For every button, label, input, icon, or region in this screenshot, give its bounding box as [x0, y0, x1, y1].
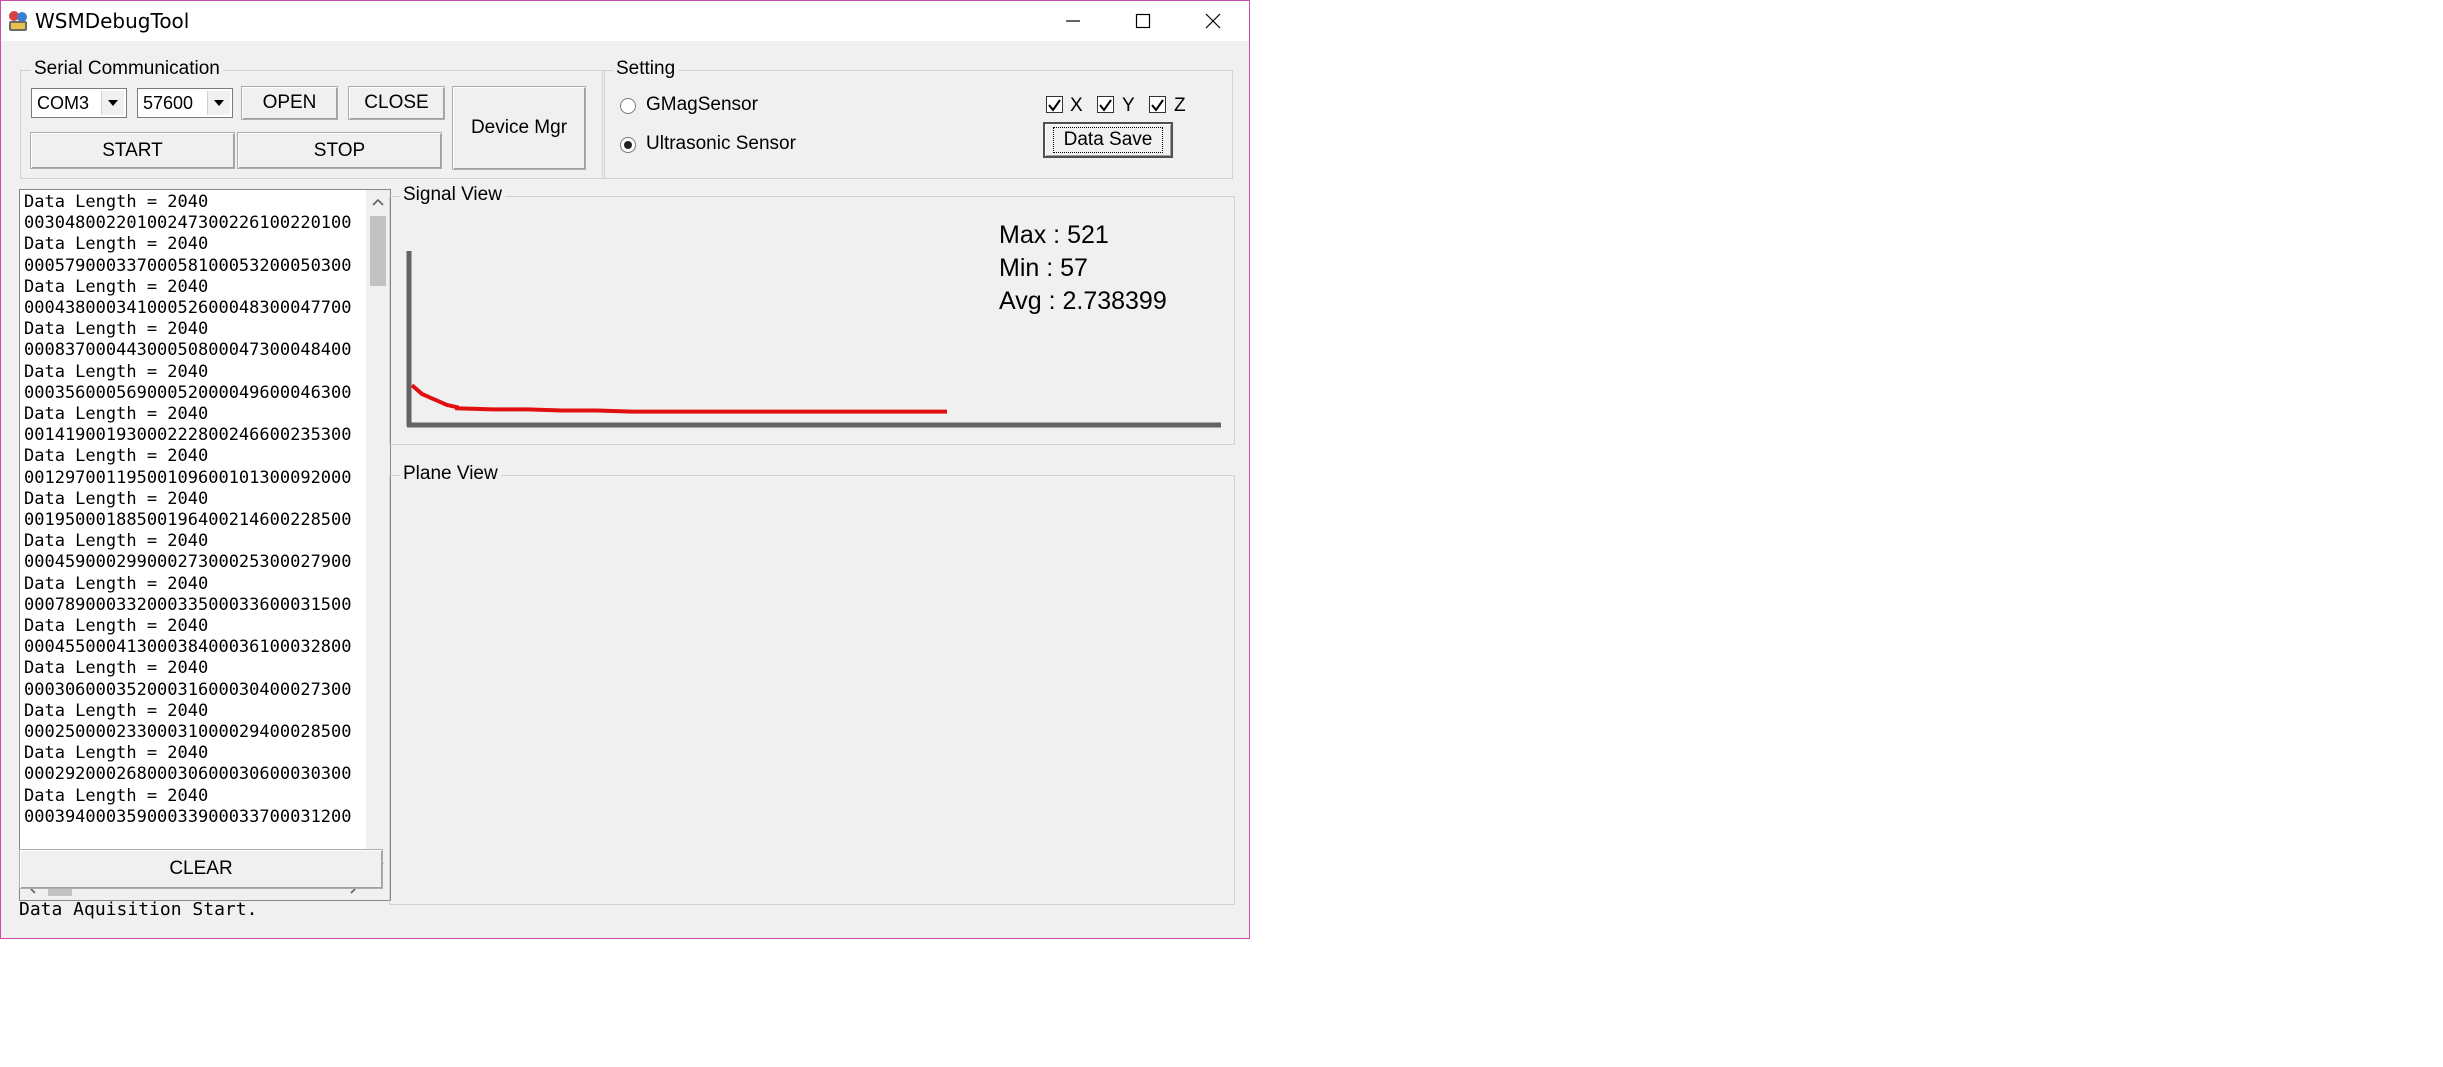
min-value: Min : 57 — [999, 254, 1088, 282]
checkmark-icon — [1099, 99, 1112, 112]
z-checkbox-label: Z — [1174, 95, 1186, 116]
baud-dropdown-button[interactable] — [207, 91, 230, 115]
log-vertical-scrollbar[interactable] — [366, 190, 390, 878]
radio-selected-dot — [624, 141, 632, 149]
plane-view-label: Plane View — [400, 463, 501, 485]
gmag-sensor-radio[interactable] — [620, 98, 636, 114]
start-button[interactable]: START — [30, 132, 235, 169]
log-line: Data Length = 2040 — [24, 785, 209, 806]
data-save-button[interactable]: Data Save — [1043, 122, 1173, 158]
log-line: Data Length = 2040 — [24, 531, 209, 552]
log-line: 00043800034100052600048300047700 — [24, 298, 352, 319]
log-line: Data Length = 2040 — [24, 573, 209, 594]
y-checkbox[interactable] — [1097, 96, 1114, 113]
maximize-button[interactable] — [1108, 1, 1178, 41]
log-line: Data Length = 2040 — [24, 488, 209, 509]
minimize-button[interactable] — [1038, 1, 1108, 41]
close-icon — [1205, 13, 1221, 29]
log-line: Data Length = 2040 — [24, 700, 209, 721]
log-line: 00195000188500196400214600228500 — [24, 510, 352, 531]
log-line: 00030600035200031600030400027300 — [24, 679, 352, 700]
baud-select[interactable]: 57600 — [137, 88, 233, 118]
log-line: 00045900029900027300025300027900 — [24, 552, 352, 573]
clear-button[interactable]: CLEAR — [19, 849, 383, 889]
signal-view-label: Signal View — [400, 184, 505, 206]
stop-button[interactable]: STOP — [237, 132, 442, 169]
x-checkbox-label: X — [1070, 95, 1083, 116]
minimize-icon — [1066, 20, 1080, 22]
log-line: 00029200026800030600030600030300 — [24, 764, 352, 785]
serial-group-label: Serial Communication — [31, 58, 223, 80]
z-checkbox[interactable] — [1149, 96, 1166, 113]
data-save-label: Data Save — [1052, 127, 1164, 153]
checkmark-icon — [1151, 99, 1164, 112]
log-line: 00129700119500109600101300092000 — [24, 467, 352, 488]
log-listbox[interactable]: Data Length = 2040 0030480022010024730022… — [19, 189, 391, 901]
log-line: 00083700044300050800047300048400 — [24, 340, 352, 361]
log-line: Data Length = 2040 — [24, 743, 209, 764]
log-lines: Data Length = 2040 0030480022010024730022… — [24, 192, 360, 828]
gmag-sensor-label: GMagSensor — [646, 94, 758, 115]
x-checkbox[interactable] — [1046, 96, 1063, 113]
log-line: Data Length = 2040 — [24, 319, 209, 340]
log-line: 00141900193000222800246600235300 — [24, 425, 352, 446]
setting-group-label: Setting — [613, 58, 679, 80]
open-button[interactable]: OPEN — [241, 86, 338, 120]
signal-trace — [410, 383, 947, 414]
log-line: 00025000023300031000029400028500 — [24, 722, 352, 743]
log-line: Data Length = 2040 — [24, 404, 209, 425]
log-line: 00304800220100247300226100220100 — [24, 213, 352, 234]
log-line: Data Length = 2040 — [24, 658, 209, 679]
log-line: 00035600056900052000049600046300 — [24, 382, 352, 403]
log-line: 00078900033200033500033600031500 — [24, 594, 352, 615]
close-button[interactable]: CLOSE — [348, 86, 445, 120]
plane-view-group: Plane View — [389, 463, 1235, 905]
log-line: Data Length = 2040 — [24, 446, 209, 467]
ultrasonic-sensor-radio[interactable] — [620, 137, 636, 153]
device-mgr-button[interactable]: Device Mgr — [452, 86, 586, 170]
log-line: Data Length = 2040 — [24, 234, 209, 255]
chevron-down-icon — [214, 100, 224, 106]
chevron-up-icon — [372, 198, 384, 206]
log-line: Data Length = 2040 — [24, 192, 209, 212]
port-dropdown-button[interactable] — [101, 91, 124, 115]
log-line: 00039400035900033900033700031200 — [24, 806, 352, 827]
vertical-scroll-thumb[interactable] — [370, 216, 386, 286]
chevron-down-icon — [108, 100, 118, 106]
signal-stats: Max : 521 Min : 57 Avg : 2.738399 — [999, 219, 1167, 318]
window-title: WSMDebugTool — [35, 9, 190, 33]
close-window-button[interactable] — [1178, 1, 1248, 41]
baud-value: 57600 — [143, 93, 194, 113]
log-line: 00057900033700058100053200050300 — [24, 255, 352, 276]
app-icon — [9, 11, 27, 31]
checkmark-icon — [1048, 99, 1061, 112]
log-line: 00045500041300038400036100032800 — [24, 637, 352, 658]
status-text: Data Aquisition Start. — [19, 899, 258, 920]
port-value: COM3 — [37, 93, 90, 113]
port-select[interactable]: COM3 — [31, 88, 127, 118]
app-window: WSMDebugTool Serial Communication COM3 5… — [0, 0, 1250, 939]
avg-value: Avg : 2.738399 — [999, 287, 1167, 315]
maximize-icon — [1135, 13, 1151, 29]
client-area: Serial Communication COM3 57600 OPEN CLO… — [1, 41, 1249, 938]
ultrasonic-sensor-label: Ultrasonic Sensor — [646, 133, 796, 154]
scroll-up-button[interactable] — [366, 190, 390, 214]
log-line: Data Length = 2040 — [24, 616, 209, 637]
log-line: Data Length = 2040 — [24, 361, 209, 382]
max-value: Max : 521 — [999, 221, 1109, 249]
log-line: Data Length = 2040 — [24, 276, 209, 297]
y-checkbox-label: Y — [1122, 95, 1135, 116]
title-bar[interactable]: WSMDebugTool — [1, 1, 1249, 41]
